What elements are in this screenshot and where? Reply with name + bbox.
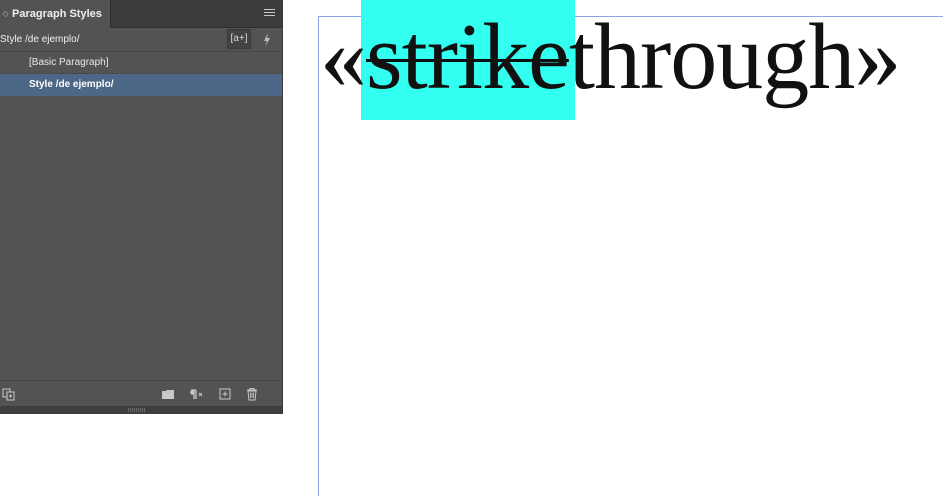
text-frame[interactable]: «strikethrough» (320, 2, 901, 112)
current-style-label: Style /de ejemplo/ (0, 34, 80, 45)
style-item-label: Style /de ejemplo/ (29, 79, 114, 90)
tab-paragraph-styles[interactable]: ◇ Paragraph Styles (0, 0, 111, 28)
style-item-style-de-ejemplo[interactable]: Style /de ejemplo/ (0, 74, 282, 96)
panel-menu-icon[interactable] (264, 9, 275, 18)
style-item-label: [Basic Paragraph] (29, 57, 109, 68)
trash-icon[interactable] (245, 387, 259, 401)
new-group-folder-icon[interactable] (161, 387, 175, 401)
struck-text[interactable]: strike (366, 5, 570, 109)
close-guillemet: » (854, 5, 901, 109)
lightning-icon[interactable] (259, 30, 275, 50)
style-item-basic-paragraph[interactable]: [Basic Paragraph] (0, 52, 282, 74)
plain-text[interactable]: through (569, 5, 855, 109)
current-style-row: Style /de ejemplo/ [a+] (0, 28, 282, 52)
panel-title: Paragraph Styles (12, 8, 102, 20)
new-style-from-selection-button[interactable]: [a+] (227, 29, 251, 49)
style-list: [Basic Paragraph] Style /de ejemplo/ (0, 52, 282, 96)
panel-resize-handle[interactable] (0, 406, 282, 414)
collapse-arrows-icon[interactable]: ◇ (1, 0, 10, 28)
style-mapping-icon[interactable] (1, 387, 15, 401)
paragraph-styles-panel: ◇ Paragraph Styles Style /de ejemplo/ [a… (0, 0, 283, 414)
create-new-style-icon[interactable] (218, 387, 232, 401)
panel-bottom-toolbar (0, 380, 282, 406)
clear-overrides-icon[interactable] (188, 387, 203, 401)
resize-grip-icon (128, 408, 146, 412)
panel-tab-bar: ◇ Paragraph Styles (0, 0, 282, 28)
open-guillemet: « (320, 5, 367, 109)
